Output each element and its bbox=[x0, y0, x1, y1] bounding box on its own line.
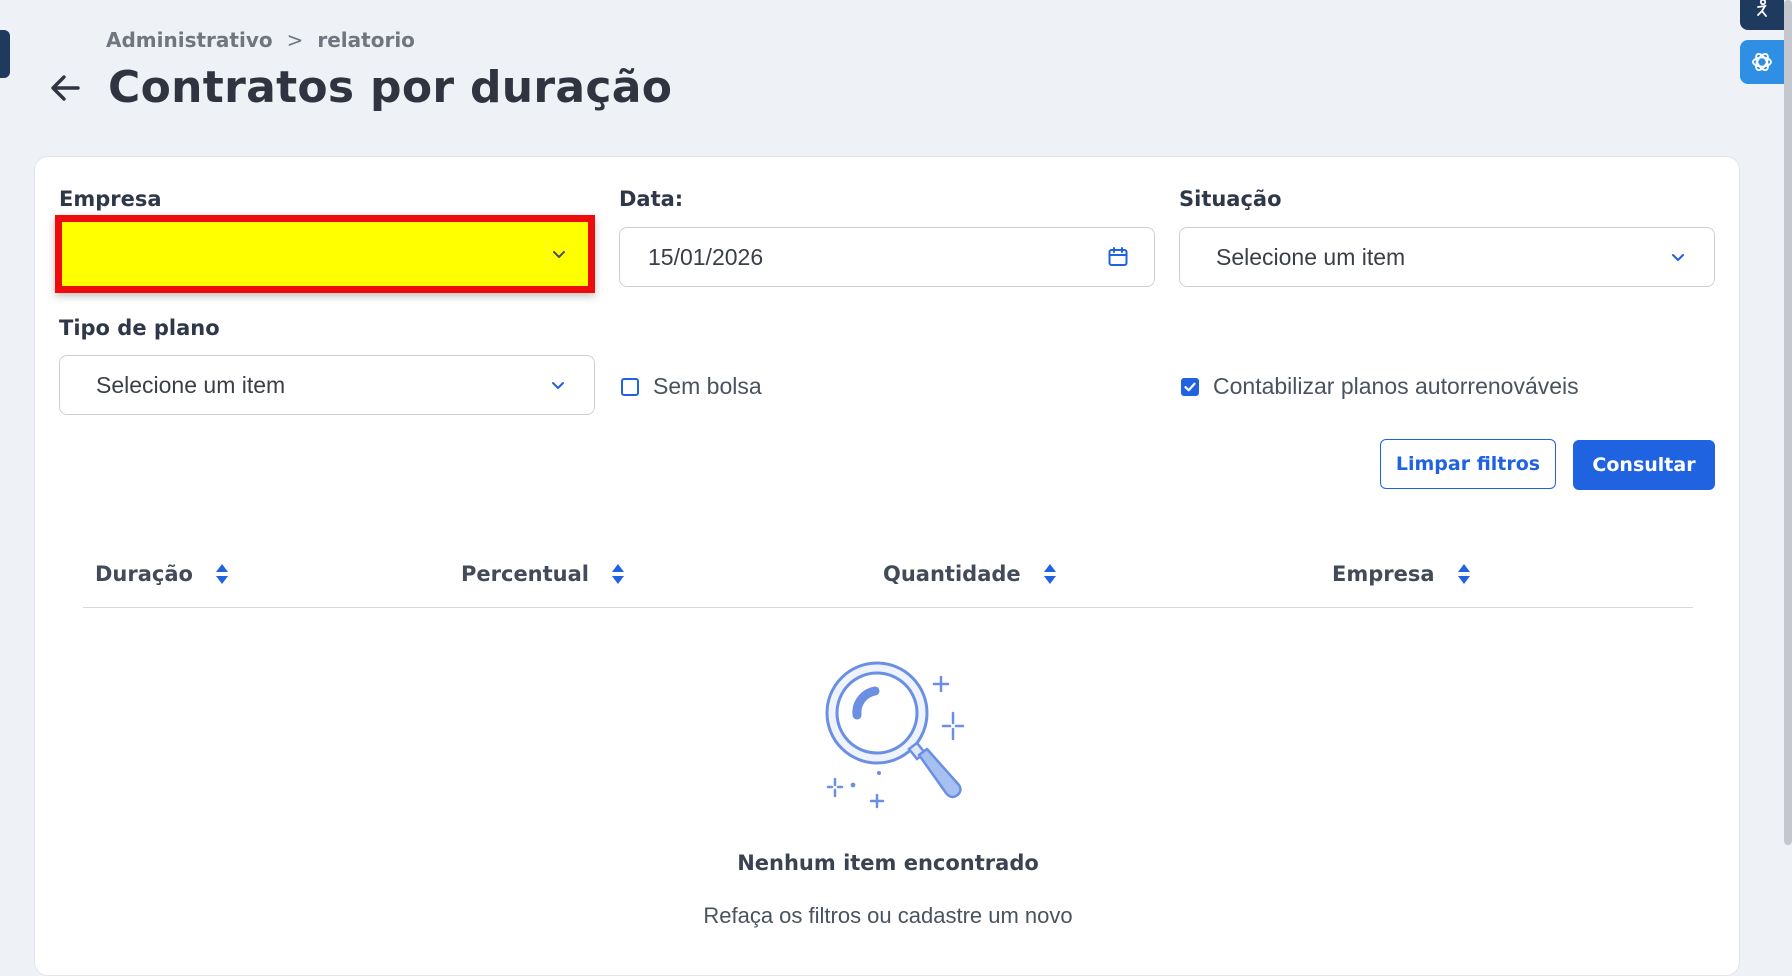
page-header: Contratos por duração bbox=[44, 62, 672, 113]
clear-filters-button[interactable]: Limpar filtros bbox=[1380, 439, 1556, 489]
breadcrumb-item-administrativo[interactable]: Administrativo bbox=[106, 28, 273, 52]
column-header-percentual[interactable]: Percentual bbox=[461, 562, 625, 586]
checkmark-icon bbox=[1184, 382, 1196, 391]
sort-icon[interactable] bbox=[1043, 563, 1057, 585]
filter-card: Empresa Data: 15/01/2026 Situação Seleci… bbox=[34, 156, 1740, 976]
calendar-icon[interactable] bbox=[1104, 243, 1132, 271]
left-sidebar-handle[interactable] bbox=[0, 30, 10, 78]
column-header-duracao[interactable]: Duração bbox=[95, 562, 229, 586]
column-label: Duração bbox=[95, 562, 193, 586]
breadcrumb: Administrativo > relatorio bbox=[106, 28, 415, 52]
column-label: Percentual bbox=[461, 562, 589, 586]
accessibility-icon bbox=[1757, 0, 1767, 17]
situacao-label: Situação bbox=[1179, 187, 1282, 211]
data-value: 15/01/2026 bbox=[648, 243, 764, 270]
sort-icon[interactable] bbox=[1457, 563, 1471, 585]
tipo-plano-value: Selecione um item bbox=[96, 371, 286, 398]
sort-icon[interactable] bbox=[611, 563, 625, 585]
tipo-plano-label: Tipo de plano bbox=[59, 316, 220, 340]
scrollbar-thumb[interactable] bbox=[1784, 0, 1792, 845]
scrollbar-track[interactable] bbox=[1784, 0, 1792, 958]
column-label: Quantidade bbox=[883, 562, 1021, 586]
breadcrumb-item-relatorio: relatorio bbox=[317, 28, 415, 52]
accessibility-button[interactable] bbox=[1740, 0, 1784, 30]
column-header-quantidade[interactable]: Quantidade bbox=[883, 562, 1057, 586]
page-title: Contratos por duração bbox=[108, 62, 673, 113]
column-label: Empresa bbox=[1332, 562, 1435, 586]
tipo-plano-select[interactable]: Selecione um item bbox=[59, 355, 595, 415]
right-rail bbox=[1740, 0, 1792, 958]
magnifier-icon bbox=[825, 661, 965, 809]
arrow-left-icon bbox=[51, 74, 80, 101]
empresa-select[interactable] bbox=[55, 215, 595, 293]
autorrenovaveis-label: Contabilizar planos autorrenováveis bbox=[1213, 373, 1579, 399]
chevron-down-icon bbox=[544, 371, 572, 399]
sem-bolsa-label: Sem bolsa bbox=[653, 373, 762, 399]
back-button[interactable] bbox=[44, 67, 86, 109]
consultar-button[interactable]: Consultar bbox=[1573, 440, 1715, 490]
column-header-empresa[interactable]: Empresa bbox=[1332, 562, 1471, 586]
autorrenovaveis-option[interactable]: Contabilizar planos autorrenováveis bbox=[1181, 373, 1579, 400]
sort-icon[interactable] bbox=[215, 563, 229, 585]
situacao-select[interactable]: Selecione um item bbox=[1179, 227, 1715, 287]
empty-state-subtitle: Refaça os filtros ou cadastre um novo bbox=[703, 903, 1073, 928]
data-field[interactable]: 15/01/2026 bbox=[619, 227, 1155, 287]
breadcrumb-separator: > bbox=[286, 28, 304, 52]
table-header: Duração Percentual Quantidade Empresa bbox=[83, 552, 1693, 608]
chatgpt-button[interactable] bbox=[1740, 40, 1784, 84]
sem-bolsa-checkbox[interactable] bbox=[621, 377, 639, 396]
empty-state-title: Nenhum item encontrado bbox=[737, 851, 1039, 875]
data-label: Data: bbox=[619, 187, 684, 211]
empresa-label: Empresa bbox=[59, 187, 162, 211]
sem-bolsa-option[interactable]: Sem bolsa bbox=[621, 373, 762, 400]
openai-icon bbox=[1752, 52, 1772, 72]
situacao-value: Selecione um item bbox=[1216, 243, 1406, 270]
chevron-down-icon bbox=[1664, 243, 1692, 271]
chevron-down-icon bbox=[553, 251, 565, 258]
autorrenovaveis-checkbox[interactable] bbox=[1181, 377, 1199, 396]
